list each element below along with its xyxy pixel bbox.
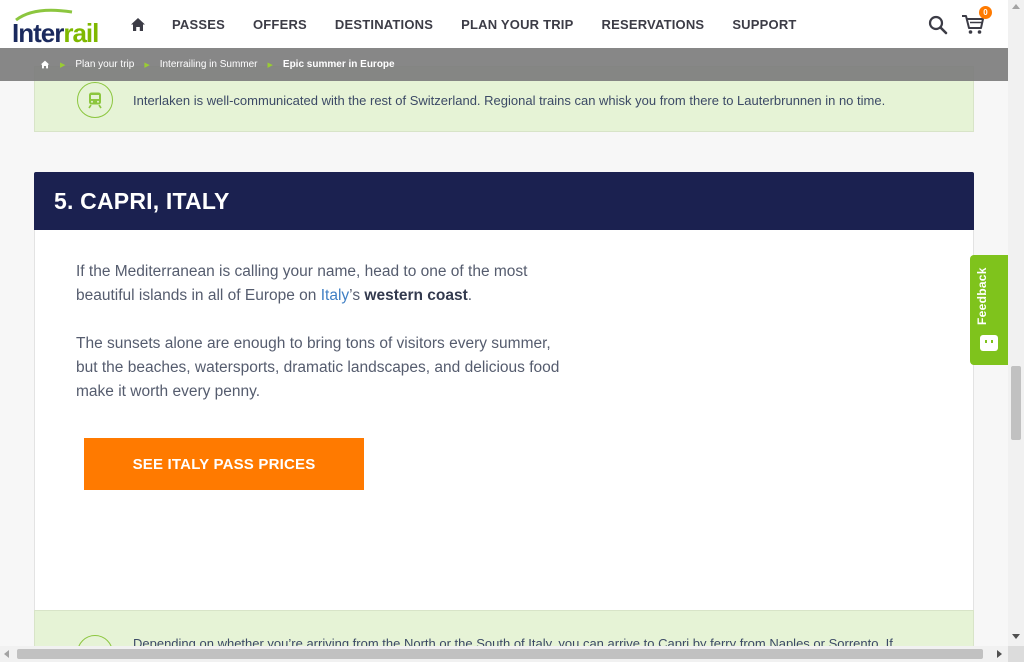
nav-item-plan-your-trip[interactable]: PLAN YOUR TRIP: [461, 17, 573, 32]
logo-text-inter: Inter: [12, 18, 64, 48]
paragraph-intro-text-mid: ’s: [349, 287, 365, 304]
nav-item-support[interactable]: SUPPORT: [732, 17, 796, 32]
feedback-smiley-icon: [980, 335, 998, 351]
search-button[interactable]: [928, 15, 948, 35]
feedback-label: Feedback: [975, 267, 989, 325]
scroll-right-arrow-icon[interactable]: [997, 650, 1002, 658]
western-coast-bold: western coast: [364, 287, 468, 304]
train-icon: [88, 92, 102, 109]
tip-text: Interlaken is well-communicated with the…: [133, 93, 886, 108]
vertical-scroll-thumb[interactable]: [1011, 366, 1021, 440]
cart-count-badge: 0: [979, 6, 992, 19]
scroll-up-arrow-icon[interactable]: [1012, 4, 1020, 9]
breadcrumb-current-page: Epic summer in Europe: [282, 59, 395, 70]
section-body: If the Mediterranean is calling your nam…: [34, 230, 974, 620]
scroll-down-arrow-icon[interactable]: [1012, 634, 1020, 639]
breadcrumb-separator-icon: ▶: [267, 61, 273, 69]
paragraph-intro: If the Mediterranean is calling your nam…: [76, 260, 576, 308]
scrollbar-corner: [1008, 646, 1024, 662]
home-icon: [40, 60, 50, 69]
section-title: 5. CAPRI, ITALY: [54, 188, 230, 214]
scroll-left-arrow-icon[interactable]: [4, 650, 9, 658]
nav-item-destinations[interactable]: DESTINATIONS: [335, 17, 433, 32]
breadcrumb-separator-icon: ▶: [144, 61, 150, 69]
nav-home-button[interactable]: [126, 12, 150, 36]
see-italy-pass-prices-button[interactable]: SEE ITALY PASS PRICES: [84, 438, 364, 490]
logo-text-rail: rail: [63, 18, 99, 48]
horizontal-scroll-thumb[interactable]: [17, 649, 983, 659]
breadcrumb-plan-your-trip[interactable]: Plan your trip: [75, 59, 134, 70]
paragraph-intro-end: .: [467, 287, 473, 304]
breadcrumb-separator-icon: ▶: [60, 61, 66, 69]
tip-icon-circle: [77, 82, 113, 118]
nav-item-passes[interactable]: PASSES: [172, 17, 225, 32]
nav-item-reservations[interactable]: RESERVATIONS: [602, 17, 705, 32]
breadcrumb-home[interactable]: [40, 60, 50, 70]
feedback-tab[interactable]: Feedback: [970, 255, 1008, 365]
site-header: Interrail PASSES OFFERS DESTINATIONS PLA…: [0, 0, 1008, 48]
breadcrumb-interrailing-in-summer[interactable]: Interrailing in Summer: [160, 59, 258, 70]
interrail-logo[interactable]: Interrail: [12, 6, 102, 48]
italy-link[interactable]: Italy: [321, 287, 349, 304]
home-icon: [131, 17, 145, 31]
search-icon: [928, 15, 948, 35]
nav-item-offers[interactable]: OFFERS: [253, 17, 307, 32]
paragraph-sunsets: The sunsets alone are enough to bring to…: [76, 335, 560, 400]
section-header: 5. CAPRI, ITALY: [34, 172, 974, 230]
vertical-scrollbar[interactable]: [1008, 0, 1024, 646]
breadcrumb: ▶ Plan your trip ▶ Interrailing in Summe…: [0, 48, 1008, 81]
main-nav: PASSES OFFERS DESTINATIONS PLAN YOUR TRI…: [126, 0, 825, 48]
horizontal-scrollbar[interactable]: [0, 646, 1008, 662]
